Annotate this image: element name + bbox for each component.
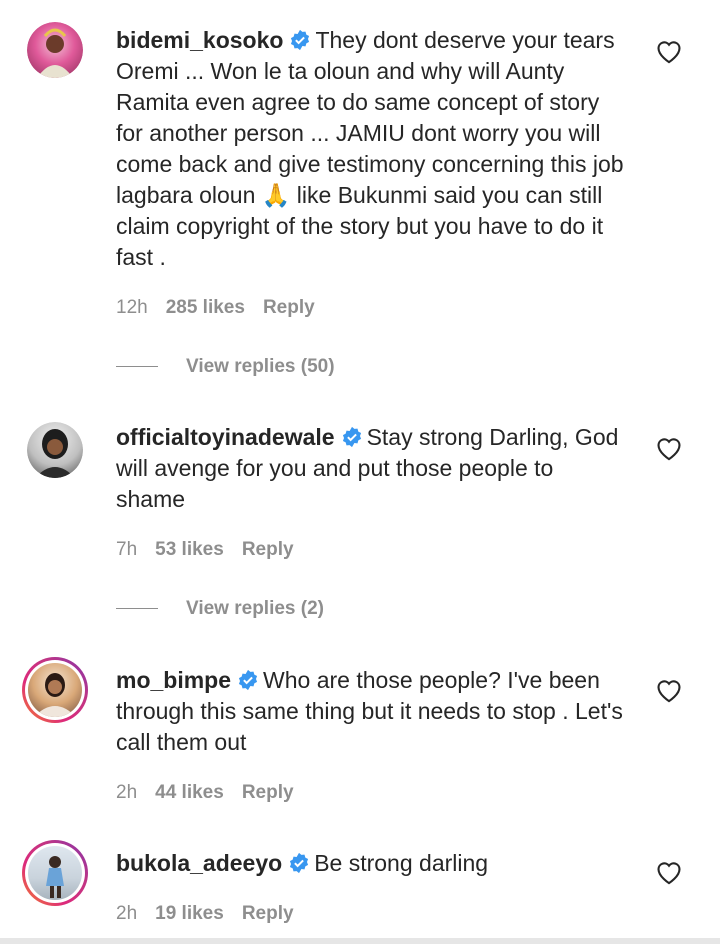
verified-badge-icon xyxy=(342,426,361,448)
divider xyxy=(116,608,158,610)
avatar[interactable] xyxy=(27,422,83,478)
likes-count[interactable]: 285 likes xyxy=(166,297,245,318)
likes-count[interactable]: 53 likes xyxy=(155,539,224,560)
timestamp: 2h xyxy=(116,903,138,924)
verified-badge-icon xyxy=(290,852,309,874)
view-replies-button[interactable]: View replies (2) xyxy=(116,598,324,620)
comment-body: bukola_adeeyo Be strong darling xyxy=(116,848,626,879)
heart-icon[interactable] xyxy=(655,435,683,461)
divider xyxy=(116,366,158,368)
username[interactable]: bidemi_kosoko xyxy=(116,27,283,53)
comment-text: They dont deserve your tears Oremi ... W… xyxy=(116,27,624,270)
avatar[interactable] xyxy=(22,840,88,906)
comment-meta: 2h 19 likes Reply xyxy=(116,903,312,925)
avatar[interactable] xyxy=(22,657,88,723)
timestamp: 7h xyxy=(116,539,138,560)
heart-icon[interactable] xyxy=(655,859,683,885)
likes-count[interactable]: 44 likes xyxy=(155,782,224,803)
comment-meta: 12h 285 likes Reply xyxy=(116,297,333,319)
comment-body: mo_bimpe Who are those people? I've been … xyxy=(116,665,626,758)
comment-meta: 7h 53 likes Reply xyxy=(116,539,312,561)
view-replies-button[interactable]: View replies (50) xyxy=(116,356,335,378)
timestamp: 2h xyxy=(116,782,138,803)
comment-body: officialtoyinadewale Stay strong Darling,… xyxy=(116,422,626,515)
comment-meta: 2h 44 likes Reply xyxy=(116,782,312,804)
reply-button[interactable]: Reply xyxy=(242,539,294,560)
reply-button[interactable]: Reply xyxy=(242,903,294,924)
bottom-divider xyxy=(0,938,720,944)
avatar[interactable] xyxy=(27,22,83,78)
verified-badge-icon xyxy=(291,29,310,51)
reply-button[interactable]: Reply xyxy=(263,297,315,318)
verified-badge-icon xyxy=(238,669,258,691)
username[interactable]: officialtoyinadewale xyxy=(116,424,335,450)
comment-body: bidemi_kosoko They dont deserve your tear… xyxy=(116,25,626,273)
heart-icon[interactable] xyxy=(655,38,683,64)
username[interactable]: bukola_adeeyo xyxy=(116,850,282,876)
reply-button[interactable]: Reply xyxy=(242,782,294,803)
comment-text: Be strong darling xyxy=(314,850,489,876)
username[interactable]: mo_bimpe xyxy=(116,667,231,693)
heart-icon[interactable] xyxy=(655,677,683,703)
timestamp: 12h xyxy=(116,297,148,318)
likes-count[interactable]: 19 likes xyxy=(155,903,224,924)
